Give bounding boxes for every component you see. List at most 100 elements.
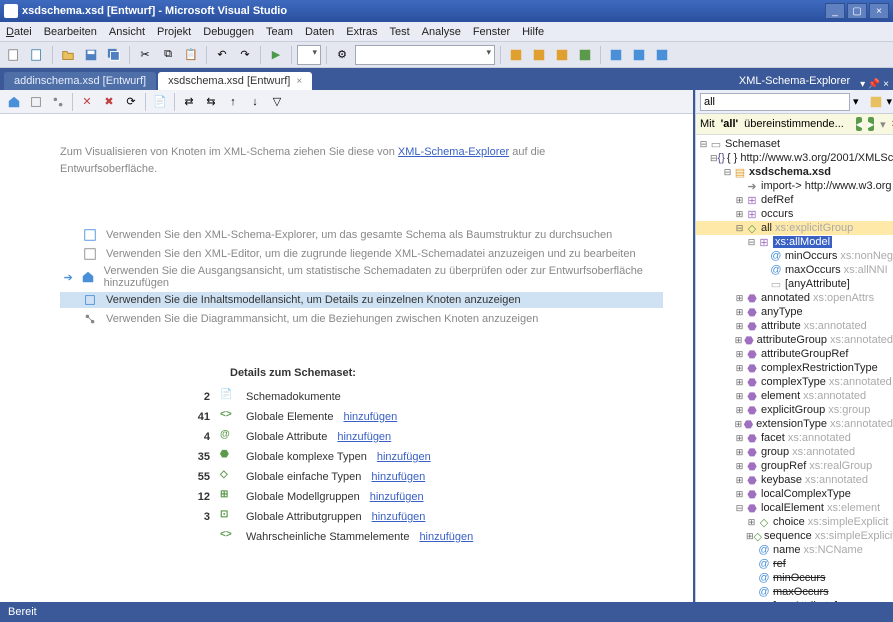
copy-button[interactable]: ⧉ — [158, 45, 178, 65]
explorer-view-button[interactable] — [868, 92, 884, 112]
tree-toggle[interactable]: ⊞ — [734, 461, 745, 472]
explorer-options-button[interactable]: ▾ — [886, 92, 893, 112]
tree-node[interactable]: ⊞ ⬣ elementxs:annotated — [696, 389, 893, 403]
task-explorer[interactable]: Verwenden Sie den XML-Schema-Explorer, u… — [60, 227, 663, 243]
tree-node[interactable]: ⊞ ⊞ defRef — [696, 193, 893, 207]
tree-node[interactable]: ⊞ ⬣ extensionTypexs:annotated — [696, 417, 893, 431]
add-link[interactable]: hinzufügen — [371, 471, 425, 483]
task-diagram[interactable]: Verwenden Sie die Diagrammansicht, um di… — [60, 311, 663, 327]
add-link[interactable]: hinzufügen — [337, 431, 391, 443]
redo-button[interactable]: ↷ — [235, 45, 255, 65]
tree-toggle[interactable]: ⊟ — [734, 503, 745, 514]
menu-datei[interactable]: DDateiatei — [6, 26, 32, 38]
tab-xsdschema[interactable]: xsdschema.xsd [Entwurf]× — [158, 72, 312, 90]
add-link[interactable]: hinzufügen — [343, 411, 397, 423]
tree-toggle[interactable]: ⊟ — [746, 237, 757, 248]
paste-button[interactable]: 📋 — [181, 45, 201, 65]
menu-test[interactable]: Test — [389, 26, 409, 38]
tree-node[interactable]: ⊟ ⬣ localElementxs:element — [696, 501, 893, 515]
tree-node[interactable]: ⊞ ⬣ anyType — [696, 305, 893, 319]
view-home-button[interactable] — [4, 92, 24, 112]
tree-toggle[interactable]: ⊞ — [746, 517, 757, 528]
tree-node[interactable]: ⊞ ⬣ explicitGroupxs:group — [696, 403, 893, 417]
sort-asc-button[interactable]: ↑ — [223, 92, 243, 112]
explorer-search-input[interactable] — [700, 93, 850, 111]
tb-ext-6[interactable] — [629, 45, 649, 65]
tree-node[interactable]: ⊟ ▤ xsdschema.xsd — [696, 165, 893, 179]
tree-toggle[interactable]: ⊞ — [734, 293, 745, 304]
open-button[interactable] — [58, 45, 78, 65]
menu-fenster[interactable]: Fenster — [473, 26, 510, 38]
tree-node[interactable]: ⊞ ⬣ annotatedxs:openAttrs — [696, 291, 893, 305]
explorer-tab-label[interactable]: XML-Schema-Explorer — [731, 72, 858, 90]
menu-projekt[interactable]: Projekt — [157, 26, 191, 38]
task-startview[interactable]: ➔Verwenden Sie die Ausgangsansicht, um s… — [60, 265, 663, 289]
tree-toggle[interactable]: ⊞ — [734, 475, 745, 486]
tree-node[interactable]: ⊞ ⬣ groupxs:annotated — [696, 445, 893, 459]
tb-ext-5[interactable] — [606, 45, 626, 65]
sort-desc-button[interactable]: ↓ — [245, 92, 265, 112]
zoom-ltr-button[interactable]: ⇄ — [179, 92, 199, 112]
tree-toggle[interactable]: ⊞ — [734, 321, 745, 332]
save-button[interactable] — [81, 45, 101, 65]
tree-node[interactable]: @ ref — [696, 557, 893, 571]
tree-toggle[interactable]: ⊞ — [746, 531, 754, 542]
menu-debuggen[interactable]: Debuggen — [203, 26, 254, 38]
tree-node[interactable]: ⊞ ⬣ attributexs:annotated — [696, 319, 893, 333]
tree-toggle[interactable]: ⊞ — [734, 489, 745, 500]
tree-node[interactable]: ⊟ ▭ Schemaset — [696, 137, 893, 151]
tb-ext-1[interactable] — [506, 45, 526, 65]
refresh-button[interactable]: ⟳ — [121, 92, 141, 112]
tree-toggle[interactable]: ⊞ — [734, 405, 745, 416]
filter-button[interactable]: ▽ — [267, 92, 287, 112]
menu-team[interactable]: Team — [266, 26, 293, 38]
tree-node[interactable]: ⊞ ⬣ groupRefxs:realGroup — [696, 459, 893, 473]
new-item-button[interactable] — [27, 45, 47, 65]
tb-ext-4[interactable] — [575, 45, 595, 65]
tree-node[interactable]: ⊞ ⬣ complexRestrictionType — [696, 361, 893, 375]
menu-daten[interactable]: Daten — [305, 26, 334, 38]
tree-toggle[interactable]: ⊞ — [734, 419, 743, 430]
tree-node[interactable]: ➜ import-> http://www.w3.org — [696, 179, 893, 193]
tool-button[interactable]: ⚙ — [332, 45, 352, 65]
tree-toggle[interactable]: ⊟ — [734, 223, 745, 234]
tree-node[interactable]: @ namexs:NCName — [696, 543, 893, 557]
task-contentmodel[interactable]: Verwenden Sie die Inhaltsmodellansicht, … — [60, 292, 663, 308]
xml-schema-explorer-link[interactable]: XML-Schema-Explorer — [398, 146, 509, 158]
menu-extras[interactable]: Extras — [346, 26, 377, 38]
find-combo[interactable] — [355, 45, 495, 65]
tree-node[interactable]: ▭ [anyAttribute] — [696, 277, 893, 291]
tab-addinschema[interactable]: addinschema.xsd [Entwurf] — [4, 72, 156, 90]
tree-toggle[interactable]: ⊞ — [734, 307, 745, 318]
save-all-button[interactable] — [104, 45, 124, 65]
tree-toggle[interactable]: ⊞ — [734, 377, 745, 388]
tree-toggle[interactable]: ⊞ — [734, 349, 745, 360]
close-button[interactable]: × — [869, 3, 889, 19]
config-combo[interactable] — [297, 45, 321, 65]
clear-button[interactable]: ✖ — [99, 92, 119, 112]
search-options-button[interactable]: ▾ — [852, 92, 860, 112]
tree-node[interactable]: ⊞ ⬣ facetxs:annotated — [696, 431, 893, 445]
tree-node[interactable]: ⊞ ⬣ attributeGroupRef — [696, 347, 893, 361]
menu-analyse[interactable]: Analyse — [422, 26, 461, 38]
tb-ext-7[interactable] — [652, 45, 672, 65]
tree-node[interactable]: ⊟ ⊞ xs:allModel — [696, 235, 893, 249]
tree-node[interactable]: ⊞ ◇ sequencexs:simpleExplicit — [696, 529, 893, 543]
next-result-button[interactable]: ▶ — [868, 117, 874, 131]
cut-button[interactable]: ✂ — [135, 45, 155, 65]
undo-button[interactable]: ↶ — [212, 45, 232, 65]
add-link[interactable]: hinzufügen — [377, 451, 431, 463]
tree-toggle[interactable]: ⊞ — [734, 363, 745, 374]
maximize-button[interactable]: ▢ — [847, 3, 867, 19]
tree-node[interactable]: @ maxOccursxs:allNNI — [696, 263, 893, 277]
prev-result-button[interactable]: ◀ — [856, 117, 862, 131]
view-graph-button[interactable] — [48, 92, 68, 112]
tree-node[interactable]: ⊟ ◇ allxs:explicitGroup — [696, 221, 893, 235]
minimize-button[interactable]: _ — [825, 3, 845, 19]
tree-toggle[interactable]: ⊞ — [734, 433, 745, 444]
menu-ansicht[interactable]: Ansicht — [109, 26, 145, 38]
tb-ext-2[interactable] — [529, 45, 549, 65]
tree-node[interactable]: ⊞ ⬣ localComplexType — [696, 487, 893, 501]
tree-node[interactable]: ⊞ ⬣ complexTypexs:annotated — [696, 375, 893, 389]
add-link[interactable]: hinzufügen — [370, 491, 424, 503]
